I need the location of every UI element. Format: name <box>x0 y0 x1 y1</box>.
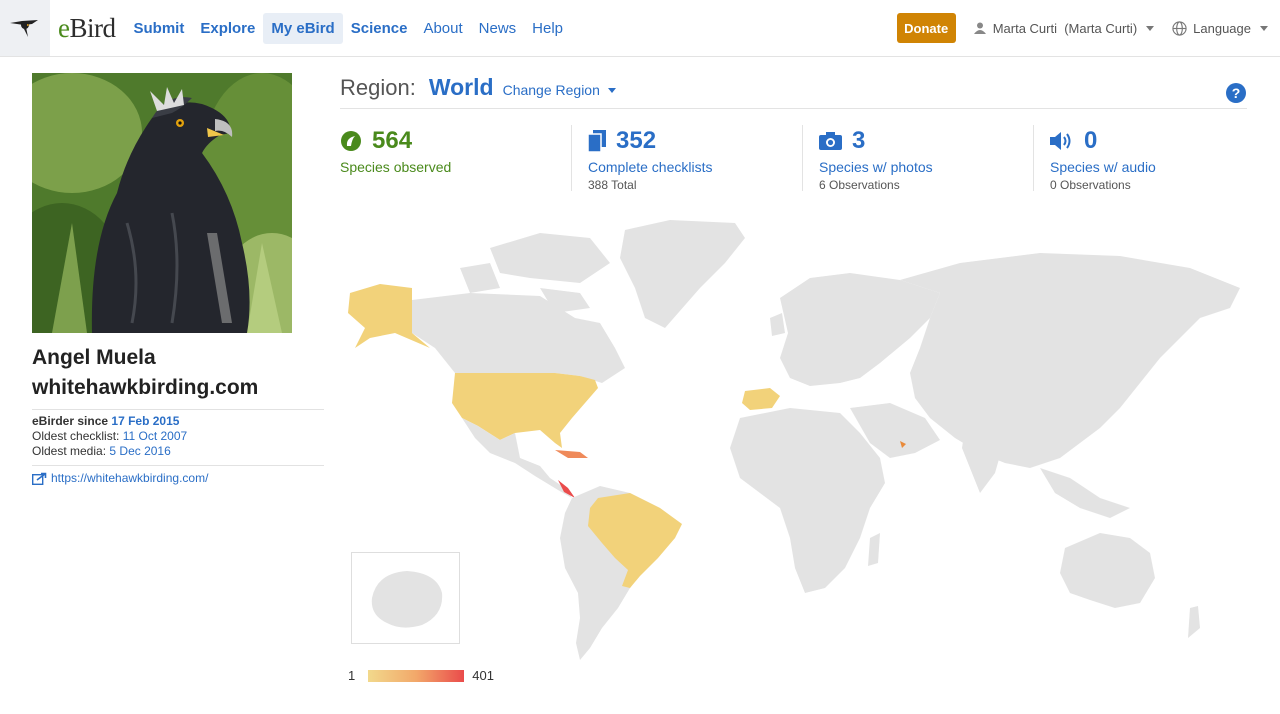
globe-icon <box>1172 20 1187 36</box>
ebird-wordmark[interactable]: eBird <box>58 13 116 44</box>
help-icon[interactable]: ? <box>1226 83 1246 103</box>
stat-divider <box>1033 125 1034 191</box>
user-name: Marta Curti (Marta Curti) <box>992 20 1138 36</box>
top-header: eBird Submit Explore My eBird Science Ab… <box>0 0 1280 57</box>
external-link-icon <box>32 472 47 485</box>
region-label: Region: <box>340 75 416 100</box>
main-nav: Submit Explore My eBird Science About Ne… <box>126 0 572 56</box>
stat-divider <box>571 125 572 191</box>
donate-button[interactable]: Donate <box>896 13 956 43</box>
map-africa[interactable] <box>730 408 885 593</box>
camera-icon <box>819 132 842 150</box>
stat-complete-checklists[interactable]: 352 Complete checklists 388 Total <box>588 126 713 192</box>
map-greenland[interactable] <box>620 220 745 328</box>
profile-divider <box>32 409 324 410</box>
oldest-media-link[interactable]: 5 Dec 2016 <box>109 444 170 458</box>
nav-submit[interactable]: Submit <box>126 13 193 44</box>
chevron-down-icon <box>1260 25 1268 31</box>
stat-species-photos[interactable]: 3 Species w/ photos 6 Observations <box>819 126 933 192</box>
profile-name: Angel Muela whitehawkbirding.com <box>32 346 259 399</box>
map-canada[interactable] <box>412 293 625 383</box>
map-madagascar[interactable] <box>868 533 880 566</box>
user-icon <box>973 22 986 34</box>
map-australia[interactable] <box>1060 533 1155 608</box>
ebird-bird-logo-icon[interactable] <box>0 0 50 56</box>
legend-max: 401 <box>472 668 494 683</box>
user-menu[interactable]: Marta Curti (Marta Curti) <box>973 20 1155 36</box>
region-value: World <box>428 74 494 100</box>
nav-help[interactable]: Help <box>524 13 571 44</box>
profile-photo <box>32 73 292 333</box>
map-india[interactable] <box>962 423 1005 493</box>
profile-divider <box>32 465 324 466</box>
map-uk[interactable] <box>770 313 785 336</box>
region-bar: Region: World Change Region <box>340 74 616 101</box>
checklist-icon <box>588 130 606 152</box>
ebirder-since-date[interactable]: 17 Feb 2015 <box>111 414 179 428</box>
header-right: Donate Marta Curti (Marta Curti) Languag… <box>896 0 1280 56</box>
stat-species-observed[interactable]: 564 Species observed <box>340 126 451 192</box>
stat-species-audio[interactable]: 0 Species w/ audio 0 Observations <box>1050 126 1156 192</box>
map-legend: 1 401 <box>348 668 494 683</box>
profile-meta: eBirder since 17 Feb 2015 Oldest checkli… <box>32 414 188 458</box>
nav-about[interactable]: About <box>415 13 470 44</box>
region-divider <box>340 108 1247 109</box>
map-new-zealand[interactable] <box>1188 606 1200 638</box>
nav-news[interactable]: News <box>471 13 525 44</box>
nav-science[interactable]: Science <box>343 13 416 44</box>
chevron-down-icon <box>607 87 616 93</box>
language-label: Language <box>1193 20 1251 36</box>
stat-divider <box>802 125 803 191</box>
change-region-dropdown[interactable]: Change Region <box>503 82 616 98</box>
map-usa[interactable] <box>452 373 598 448</box>
species-icon <box>341 131 361 151</box>
oldest-checklist-link[interactable]: 11 Oct 2007 <box>123 429 188 443</box>
chevron-down-icon <box>1146 25 1155 31</box>
website-link[interactable]: https://whitehawkbirding.com/ <box>32 471 208 485</box>
nav-explore[interactable]: Explore <box>192 13 263 44</box>
map-cuba[interactable] <box>555 450 588 458</box>
map-southeast-asia[interactable] <box>1040 468 1130 518</box>
nav-my-ebird[interactable]: My eBird <box>263 12 343 44</box>
map-asia[interactable] <box>900 253 1240 468</box>
world-map[interactable] <box>340 208 1250 668</box>
audio-icon <box>1050 132 1071 150</box>
antarctica-inset[interactable] <box>351 552 460 644</box>
legend-gradient <box>368 669 465 682</box>
map-spain[interactable] <box>742 388 780 410</box>
legend-min: 1 <box>348 668 356 683</box>
language-menu[interactable]: Language <box>1172 21 1268 36</box>
